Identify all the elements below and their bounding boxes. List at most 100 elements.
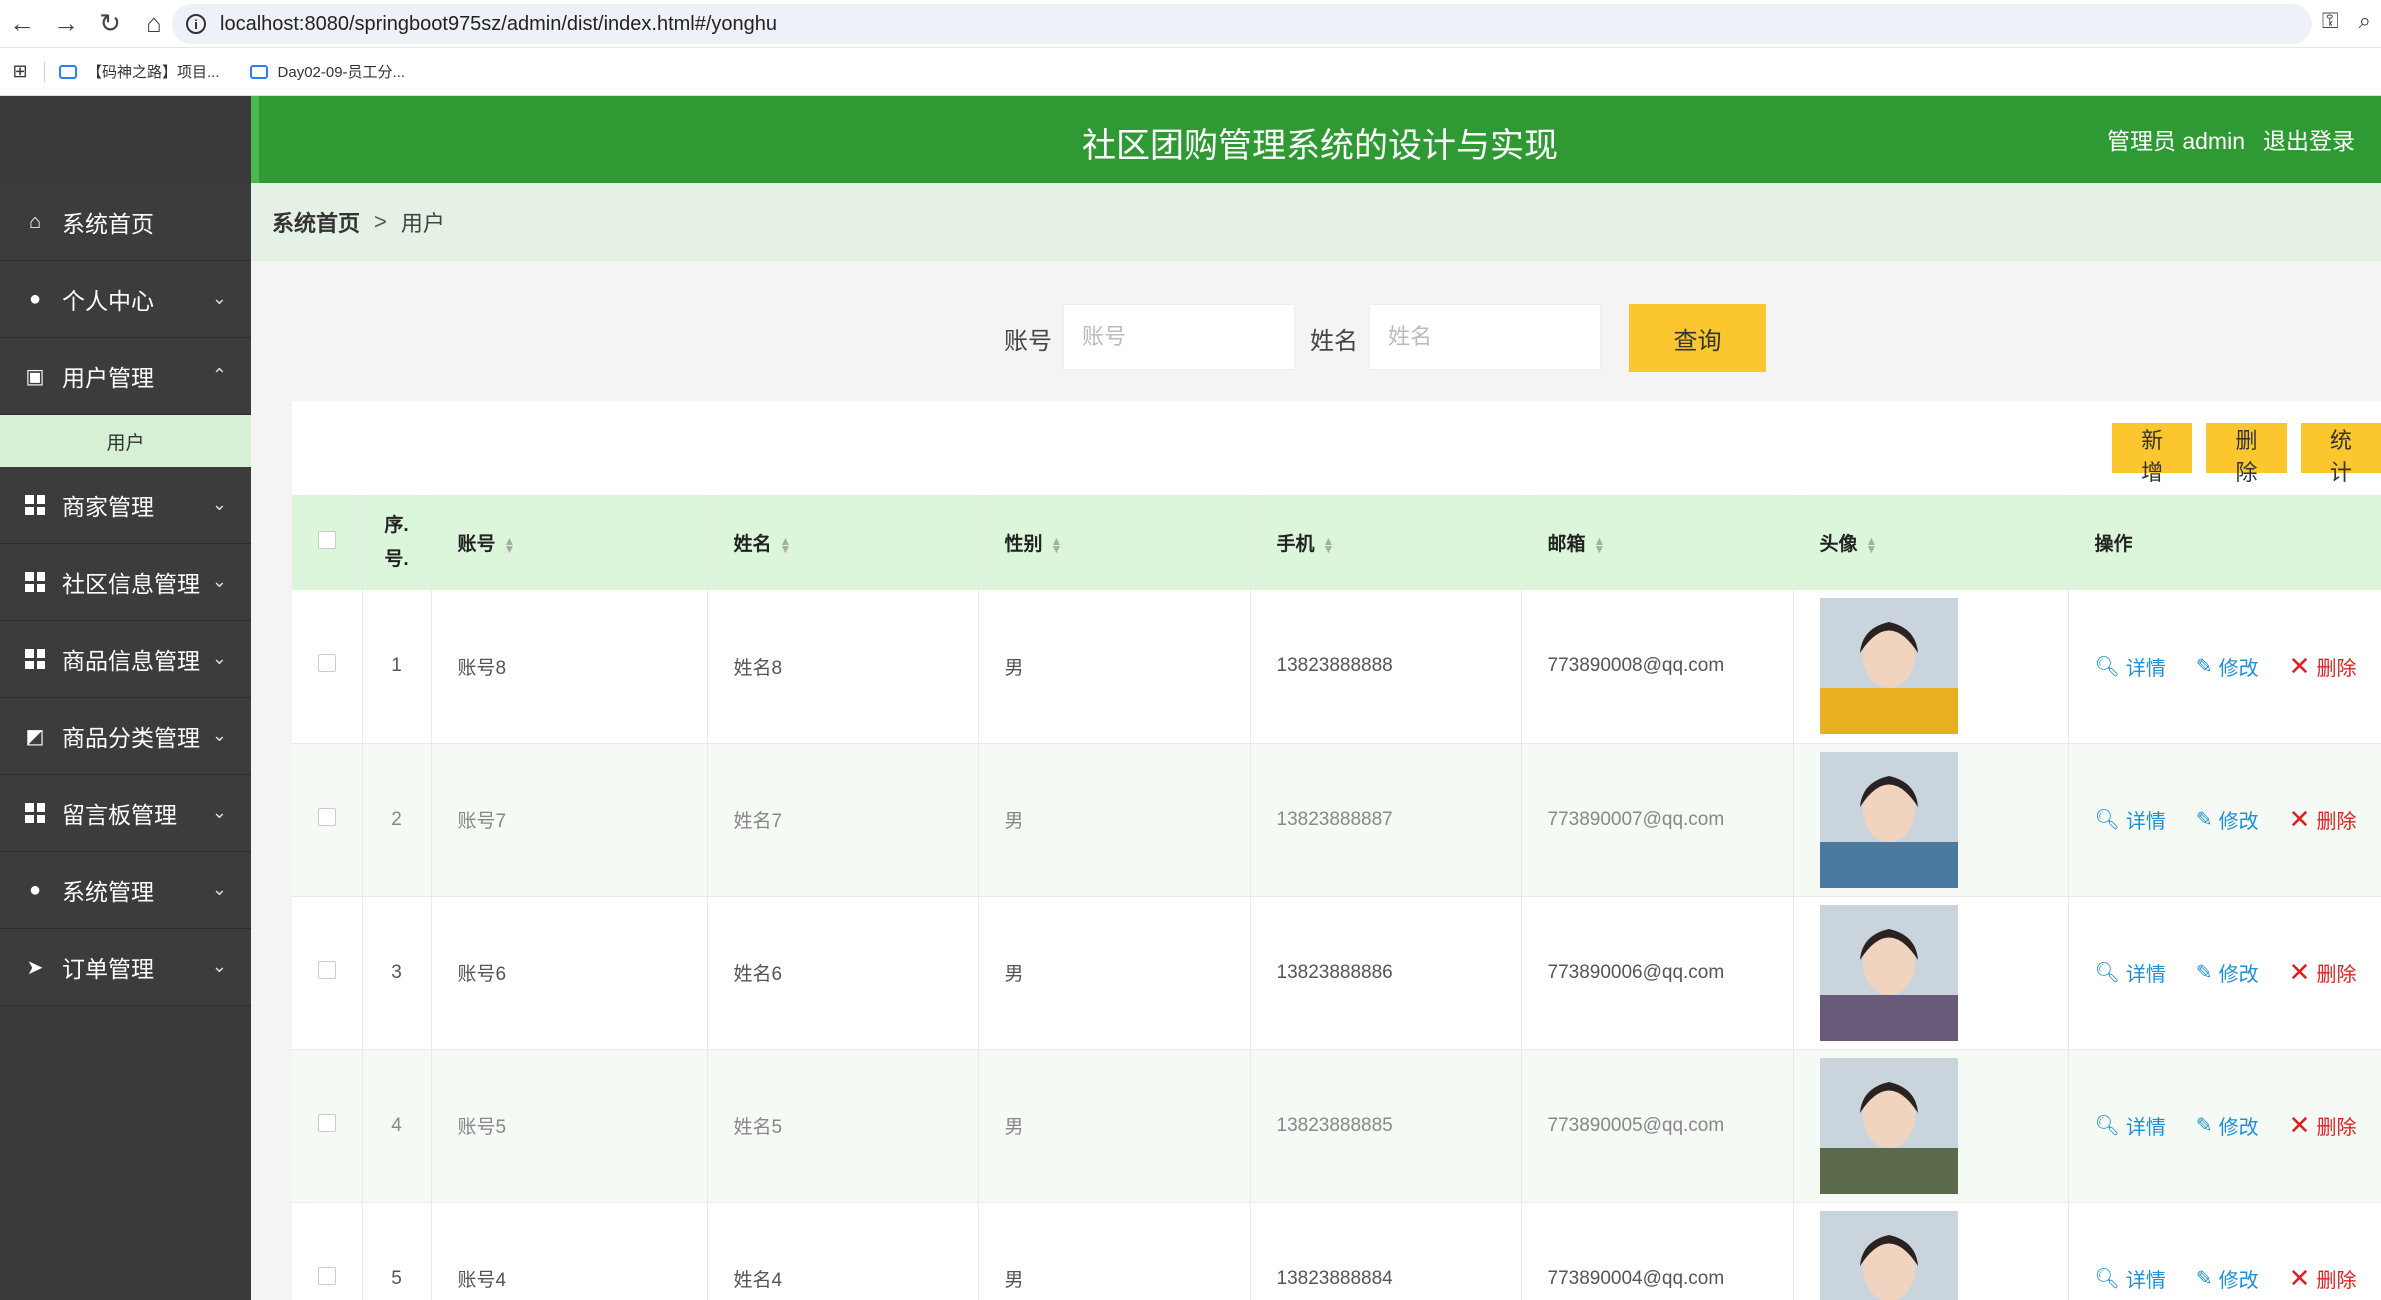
sidebar-item-messages[interactable]: 留言板管理 ⌄ <box>0 775 251 852</box>
column-header-index: 序.号. <box>362 495 432 590</box>
detail-button[interactable]: 🔍︎ 详情 <box>2095 957 2166 988</box>
sidebar-item-community[interactable]: 社区信息管理 ⌄ <box>0 544 251 621</box>
row-account: 账号7 <box>431 743 708 896</box>
grid-icon <box>24 648 46 670</box>
detail-button[interactable]: 🔍︎ 详情 <box>2095 1110 2166 1141</box>
column-header-account[interactable]: 账号 ▲ ▼ <box>431 495 708 590</box>
column-header-avatar[interactable]: 头像 ▲ ▼ <box>1793 495 2069 590</box>
sidebar-subitem-user[interactable]: 用户 <box>0 415 251 467</box>
row-phone: 13823888885 <box>1250 1049 1522 1202</box>
delete-row-button[interactable]: ✕ 删除 <box>2289 1263 2357 1294</box>
row-avatar-cell <box>1793 590 2069 743</box>
column-header-name[interactable]: 姓名 ▲ ▼ <box>707 495 979 590</box>
table-row: 2 账号7 姓名7 男 13823888887 773890007@qq.com… <box>292 743 2381 896</box>
row-avatar-cell <box>1793 1049 2069 1202</box>
bookmarks-bar: ⊞ 【码神之路】项目... Day02-09-员工分... <box>0 48 2381 96</box>
row-checkbox[interactable] <box>317 654 336 673</box>
detail-button[interactable]: 🔍︎ 详情 <box>2095 1263 2166 1294</box>
sidebar: ⌂ 系统首页 ● 个人中心 ⌄ ▣ 用户管理 ⌃ 用户 商家管理 ⌄ 社区信息管… <box>0 96 251 1300</box>
logout-link[interactable]: 退出登录 <box>2263 122 2355 156</box>
edit-button[interactable]: ✎ 修改 <box>2196 957 2259 988</box>
column-header-phone[interactable]: 手机 ▲ ▼ <box>1250 495 1522 590</box>
delete-row-button[interactable]: ✕ 删除 <box>2289 651 2357 682</box>
sidebar-item-orders[interactable]: ➤ 订单管理 ⌄ <box>0 929 251 1006</box>
edit-button[interactable]: ✎ 修改 <box>2196 651 2259 682</box>
row-email: 773890008@qq.com <box>1521 590 1794 743</box>
apps-icon[interactable]: ⊞ <box>0 61 40 82</box>
stats-button[interactable]: 统计 <box>2300 423 2381 485</box>
back-icon[interactable]: ← <box>0 0 44 48</box>
sort-icon: ▲ ▼ <box>1322 533 1335 556</box>
delete-row-button[interactable]: ✕ 删除 <box>2289 804 2357 835</box>
edit-button[interactable]: ✎ 修改 <box>2196 1263 2259 1294</box>
address-bar[interactable]: i localhost:8080/springboot975sz/admin/d… <box>172 4 2312 44</box>
zoom-icon[interactable]: ⌕ <box>2359 8 2371 34</box>
detail-button[interactable]: 🔍︎ 详情 <box>2095 804 2166 835</box>
row-gender: 男 <box>978 896 1251 1049</box>
row-checkbox[interactable] <box>317 1266 336 1285</box>
row-checkbox[interactable] <box>317 1113 336 1132</box>
table-row: 1 账号8 姓名8 男 13823888888 773890008@qq.com… <box>292 590 2381 743</box>
site-info-icon[interactable]: i <box>186 14 206 34</box>
sidebar-item-home[interactable]: ⌂ 系统首页 <box>0 184 251 261</box>
column-header-gender[interactable]: 性别 ▲ ▼ <box>978 495 1251 590</box>
breadcrumb-home[interactable]: 系统首页 <box>272 206 360 238</box>
row-gender: 男 <box>978 743 1251 896</box>
delete-row-button[interactable]: ✕ 删除 <box>2289 1110 2357 1141</box>
chevron-up-icon: ⌃ <box>211 365 227 385</box>
row-account: 账号6 <box>431 896 708 1049</box>
row-gender: 男 <box>978 1049 1251 1202</box>
search-icon: 🔍︎ <box>2094 1115 2120 1137</box>
sidebar-item-users[interactable]: ▣ 用户管理 ⌃ <box>0 338 251 415</box>
edit-button[interactable]: ✎ 修改 <box>2196 804 2259 835</box>
bookmark-item[interactable]: 【码神之路】项目... <box>59 61 220 82</box>
search-icon: 🔍︎ <box>2094 962 2120 984</box>
name-label: 姓名 <box>1310 328 1358 355</box>
detail-button[interactable]: 🔍︎ 详情 <box>2095 651 2166 682</box>
chevron-down-icon: ⌄ <box>211 956 227 976</box>
home-icon[interactable]: ⌂ <box>132 0 176 48</box>
reload-icon[interactable]: ↻ <box>88 0 132 48</box>
name-search-input[interactable] <box>1369 304 1601 370</box>
sort-icon: ▲ ▼ <box>1865 533 1878 556</box>
sidebar-item-merchants[interactable]: 商家管理 ⌄ <box>0 467 251 544</box>
search-icon: 🔍︎ <box>2094 1268 2120 1290</box>
row-checkbox-cell <box>292 896 363 1049</box>
grid-icon <box>24 571 46 593</box>
row-checkbox[interactable] <box>317 807 336 826</box>
row-account: 账号4 <box>431 1202 708 1300</box>
bookmark-item[interactable]: Day02-09-员工分... <box>249 61 405 82</box>
search-icon: 🔍︎ <box>2094 655 2120 678</box>
row-avatar-cell <box>1793 896 2069 1049</box>
chevron-down-icon: ⌄ <box>211 571 227 591</box>
row-checkbox[interactable] <box>317 960 336 979</box>
edit-icon: ✎ <box>2195 1115 2213 1137</box>
column-header-email[interactable]: 邮箱 ▲ ▼ <box>1521 495 1794 590</box>
sidebar-item-products[interactable]: 商品信息管理 ⌄ <box>0 621 251 698</box>
row-actions-cell: 🔍︎ 详情 ✎ 修改 ✕ 删除 <box>2068 1202 2381 1300</box>
add-button[interactable]: 新增 <box>2112 423 2193 485</box>
breadcrumb-current: 用户 <box>400 211 445 236</box>
delete-button[interactable]: 删除 <box>2206 423 2287 485</box>
row-name: 姓名6 <box>707 896 979 1049</box>
sidebar-item-categories[interactable]: ◩ 商品分类管理 ⌄ <box>0 698 251 775</box>
key-icon[interactable]: ⚿ <box>2322 8 2339 34</box>
select-all-checkbox-cell <box>292 495 363 590</box>
row-gender: 男 <box>978 590 1251 743</box>
chart-icon: ◩ <box>25 725 45 748</box>
query-button[interactable]: 查询 <box>1629 304 1766 372</box>
sidebar-item-system[interactable]: ● 系统管理 ⌄ <box>0 852 251 929</box>
chevron-down-icon: ⌄ <box>211 725 227 745</box>
avatar <box>1819 751 1958 888</box>
delete-row-button[interactable]: ✕ 删除 <box>2289 957 2357 988</box>
edit-button[interactable]: ✎ 修改 <box>2196 1110 2259 1141</box>
account-search-input[interactable] <box>1063 304 1295 370</box>
select-all-checkbox[interactable] <box>317 530 336 549</box>
chevron-down-icon: ⌄ <box>211 288 227 308</box>
row-account: 账号8 <box>431 590 708 743</box>
sidebar-item-personal[interactable]: ● 个人中心 ⌄ <box>0 261 251 338</box>
forward-icon[interactable]: → <box>44 0 88 48</box>
sort-icon: ▲ ▼ <box>779 533 792 556</box>
bulb-icon: ● <box>28 878 42 901</box>
row-checkbox-cell <box>292 743 363 896</box>
